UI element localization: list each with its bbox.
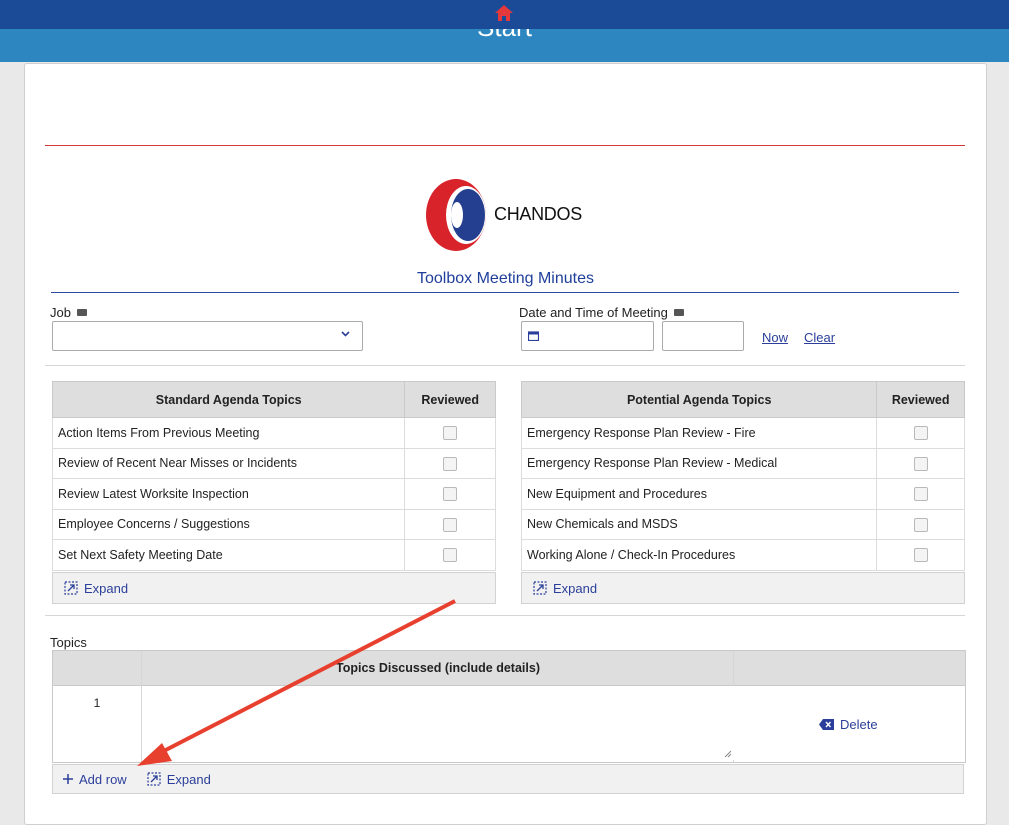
backspace-icon xyxy=(819,719,834,730)
reviewed-checkbox[interactable] xyxy=(443,548,458,563)
topics-discussed-textarea[interactable] xyxy=(142,686,734,760)
add-row-button[interactable]: Add row xyxy=(63,772,127,787)
time-input[interactable] xyxy=(662,321,744,351)
section-divider xyxy=(45,365,965,366)
topics-grid: Topics Discussed (include details) 1 Del… xyxy=(52,650,966,763)
reviewed-checkbox[interactable] xyxy=(913,517,928,532)
potential-agenda-table: Potential Agenda Topics Reviewed Emergen… xyxy=(520,381,965,571)
date-input[interactable] xyxy=(521,321,654,351)
expand-button[interactable]: Expand xyxy=(64,581,128,596)
job-select[interactable] xyxy=(52,321,363,351)
reviewed-checkbox[interactable] xyxy=(443,517,458,532)
agenda-topic-label: Emergency Response Plan Review - Medical xyxy=(520,447,878,479)
agenda-topic-label: New Equipment and Procedures xyxy=(520,478,878,510)
reviewed-checkbox[interactable] xyxy=(443,426,458,441)
reviewed-checkbox[interactable] xyxy=(913,548,928,563)
agenda-topic-label: Set Next Safety Meeting Date xyxy=(51,539,406,571)
header-divider xyxy=(45,145,965,146)
agenda-topic-label: Employee Concerns / Suggestions xyxy=(51,508,406,540)
page-title: Start xyxy=(0,29,1009,43)
reviewed-checkbox[interactable] xyxy=(913,426,928,441)
top-nav-bar xyxy=(0,0,1009,29)
table-row: Review Latest Worksite Inspection xyxy=(51,478,496,510)
expand-icon xyxy=(64,581,78,595)
agenda-topic-label: Action Items From Previous Meeting xyxy=(51,417,406,449)
form-card: CHANDOS Toolbox Meeting Minutes Job Date… xyxy=(24,63,987,825)
delete-row-button[interactable]: Delete xyxy=(819,717,878,732)
clear-link[interactable]: Clear xyxy=(804,330,835,345)
potential-agenda-header: Potential Agenda Topics xyxy=(520,381,878,418)
potential-agenda-footer: Expand xyxy=(521,572,965,604)
reviewed-checkbox[interactable] xyxy=(443,487,458,502)
topics-column-header: Topics Discussed (include details) xyxy=(336,661,540,675)
table-row: Emergency Response Plan Review - Medical xyxy=(520,447,965,479)
standard-agenda-footer: Expand xyxy=(52,572,496,604)
topics-label: Topics xyxy=(50,635,87,650)
agenda-topic-label: New Chemicals and MSDS xyxy=(520,508,878,540)
page-title-bar: Start xyxy=(0,29,1009,62)
expand-button[interactable]: Expand xyxy=(147,772,211,787)
title-underline xyxy=(51,292,959,293)
reviewed-header: Reviewed xyxy=(404,381,496,418)
table-row: Working Alone / Check-In Procedures xyxy=(520,539,965,571)
table-row: Employee Concerns / Suggestions xyxy=(51,508,496,540)
chandos-logo-icon xyxy=(426,179,486,251)
table-row: Emergency Response Plan Review - Fire xyxy=(520,417,965,449)
form-title: Toolbox Meeting Minutes xyxy=(417,270,594,287)
table-row: Set Next Safety Meeting Date xyxy=(51,539,496,571)
row-number: 1 xyxy=(93,696,101,710)
reviewed-checkbox[interactable] xyxy=(913,456,928,471)
plus-icon xyxy=(63,774,73,784)
agenda-topic-label: Review of Recent Near Misses or Incident… xyxy=(51,447,406,479)
expand-icon xyxy=(533,581,547,595)
calendar-icon[interactable] xyxy=(528,331,539,341)
agenda-topic-label: Working Alone / Check-In Procedures xyxy=(520,539,878,571)
required-icon xyxy=(76,309,87,316)
agenda-topic-label: Review Latest Worksite Inspection xyxy=(51,478,406,510)
now-link[interactable]: Now xyxy=(762,330,788,345)
table-row: New Equipment and Procedures xyxy=(520,478,965,510)
reviewed-checkbox[interactable] xyxy=(443,456,458,471)
date-label: Date and Time of Meeting xyxy=(519,305,684,320)
required-icon xyxy=(673,309,684,316)
topics-footer: Add row Expand xyxy=(52,764,964,794)
expand-button[interactable]: Expand xyxy=(533,581,597,596)
agenda-topic-label: Emergency Response Plan Review - Fire xyxy=(520,417,878,449)
table-row: Action Items From Previous Meeting xyxy=(51,417,496,449)
section-divider xyxy=(45,615,965,616)
reviewed-checkbox[interactable] xyxy=(913,487,928,502)
table-row: New Chemicals and MSDS xyxy=(520,508,965,540)
table-row: Review of Recent Near Misses or Incident… xyxy=(51,447,496,479)
home-icon[interactable] xyxy=(494,4,514,22)
standard-agenda-table: Standard Agenda Topics Reviewed Action I… xyxy=(51,381,496,571)
expand-icon xyxy=(147,772,161,786)
job-label: Job xyxy=(50,305,87,320)
logo-text: CHANDOS xyxy=(494,204,582,224)
standard-agenda-header: Standard Agenda Topics xyxy=(51,381,406,418)
chevron-down-icon xyxy=(341,331,350,337)
reviewed-header: Reviewed xyxy=(876,381,965,418)
resize-handle-icon[interactable] xyxy=(724,750,732,758)
